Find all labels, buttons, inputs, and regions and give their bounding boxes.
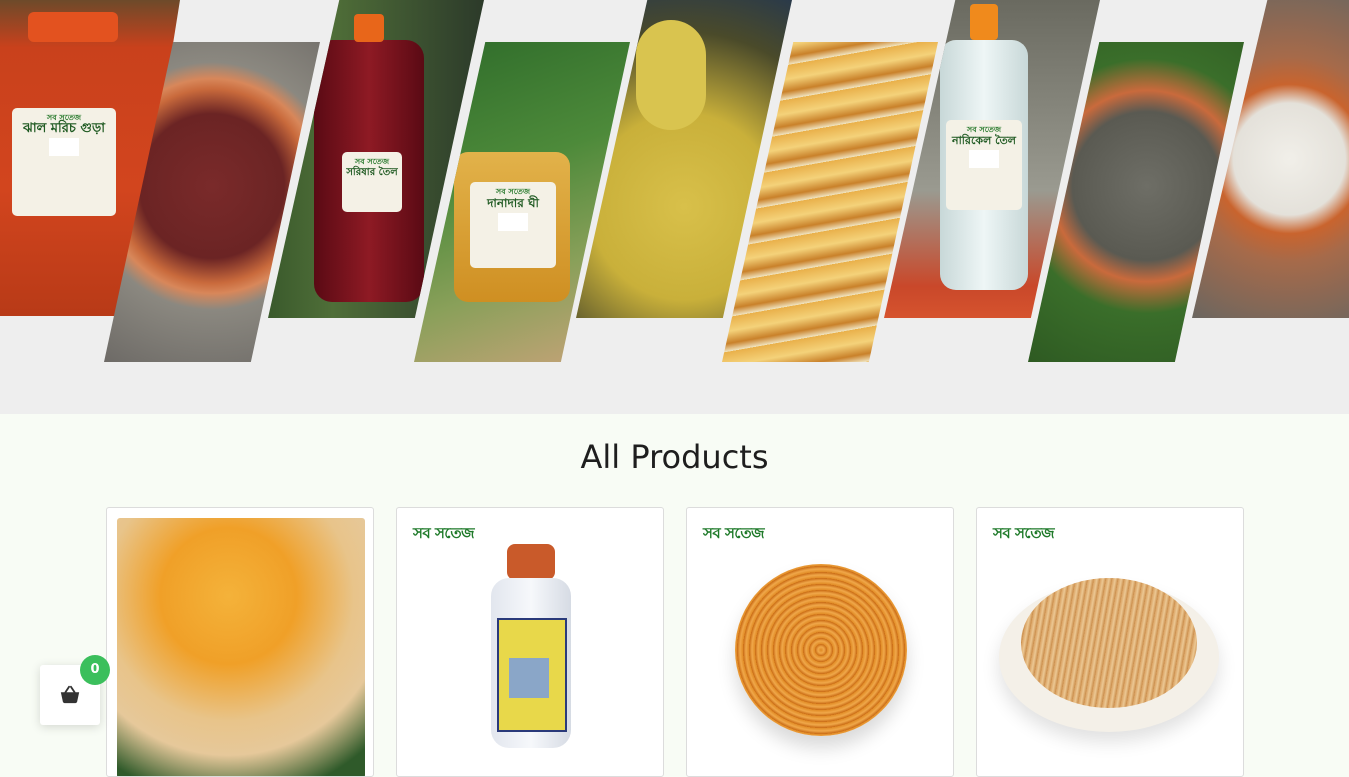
product-image[interactable] bbox=[397, 508, 663, 776]
product-image[interactable] bbox=[117, 518, 365, 776]
hero-slide-label: সব সতেজ ঝাল মরিচ গুড়া bbox=[12, 108, 116, 216]
cart-count-badge: 0 bbox=[80, 655, 110, 685]
product-card[interactable] bbox=[106, 507, 374, 777]
product-card[interactable]: সব সতেজ bbox=[686, 507, 954, 777]
hero-slide-label: সব সতেজ দানাদার ঘী bbox=[470, 182, 556, 268]
basket-icon bbox=[60, 685, 80, 704]
section-title: All Products bbox=[580, 438, 769, 476]
product-card[interactable]: সব সতেজ bbox=[396, 507, 664, 777]
hero-banner: সব সতেজ ঝাল মরিচ গুড়া সব সতেজ সরিষার তৈ… bbox=[0, 0, 1349, 414]
hero-slide-label: সব সতেজ নারিকেল তৈল bbox=[946, 120, 1022, 210]
hero-slide-label: সব সতেজ সরিষার তৈল bbox=[342, 152, 402, 212]
product-card[interactable]: সব সতেজ bbox=[976, 507, 1244, 777]
product-image[interactable] bbox=[977, 508, 1243, 776]
product-image[interactable] bbox=[687, 508, 953, 776]
